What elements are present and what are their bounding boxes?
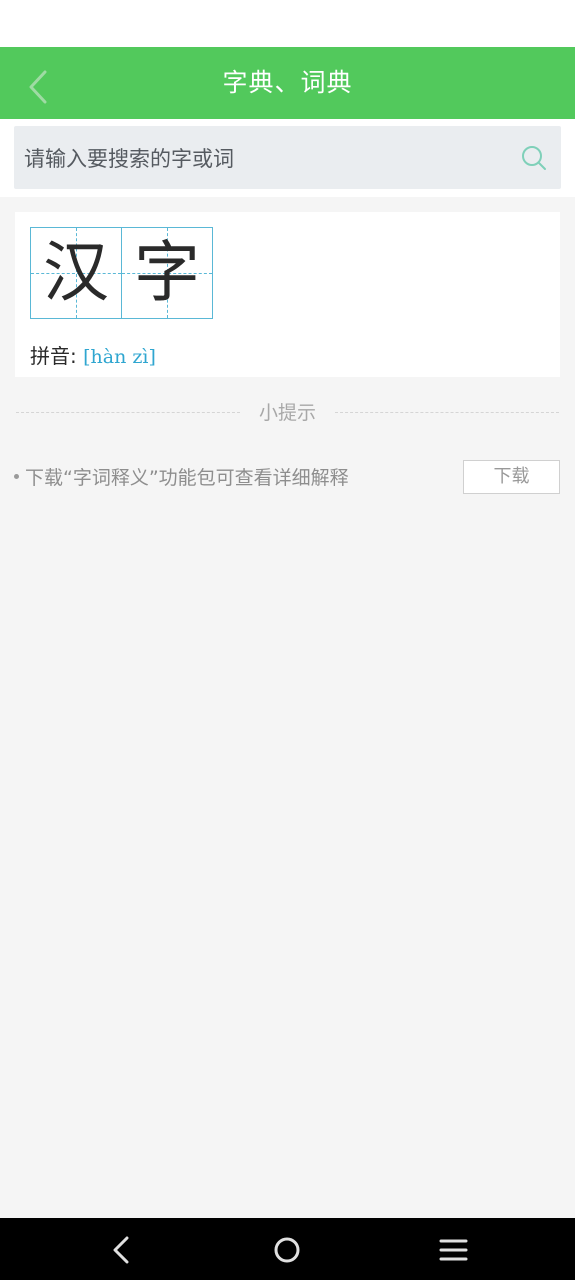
nav-home-icon[interactable]: [267, 1230, 307, 1270]
tip-item: 下载“字词释义”功能包可查看详细解释: [14, 462, 349, 494]
status-bar: [0, 0, 575, 47]
bullet-icon: [14, 474, 19, 479]
nav-menu-icon[interactable]: [433, 1230, 473, 1270]
tips-heading: 小提示: [258, 402, 316, 424]
system-nav-bar: [0, 1218, 575, 1280]
character-cell: 字: [121, 227, 213, 319]
search-bar: [0, 119, 575, 197]
search-box: [14, 126, 561, 191]
character: 字: [134, 234, 200, 311]
result-card: 汉 字 拼音: [hàn zì]: [15, 212, 560, 377]
tip-text: 下载“字词释义”功能包可查看详细解释: [25, 467, 349, 489]
download-button[interactable]: 下载: [463, 460, 560, 494]
search-input[interactable]: [22, 126, 496, 191]
pinyin-value: [hàn zì]: [83, 346, 156, 368]
character-grid: 汉 字: [30, 227, 213, 319]
pinyin-row: 拼音: [hàn zì]: [30, 340, 156, 369]
page-title: 字典、词典: [222, 68, 353, 97]
character-cell: 汉: [30, 227, 122, 319]
pinyin-label: 拼音:: [30, 344, 77, 368]
divider-line: [335, 412, 559, 413]
search-icon[interactable]: [520, 144, 548, 172]
app-header: 字典、词典: [0, 47, 575, 119]
character: 汉: [43, 234, 109, 311]
tips-divider: 小提示: [16, 400, 559, 426]
nav-back-icon[interactable]: [102, 1230, 142, 1270]
